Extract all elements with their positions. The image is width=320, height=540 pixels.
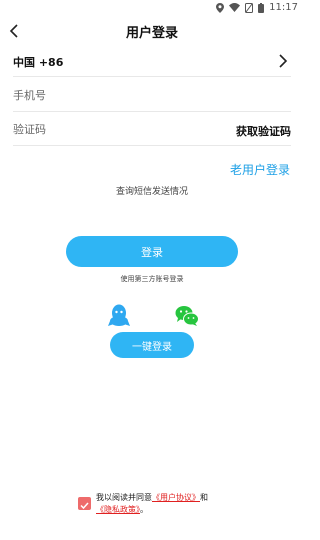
get-code-button[interactable]: 获取验证码 <box>236 123 291 139</box>
checkmark-icon <box>80 502 89 510</box>
phone-input[interactable] <box>13 89 213 102</box>
location-icon <box>216 2 225 13</box>
third-party-login-label: 使用第三方账号登录 <box>120 275 184 283</box>
qq-icon[interactable] <box>108 304 130 328</box>
status-bar: 11:17 <box>0 0 304 18</box>
user-agreement-link[interactable]: 《用户协议》 <box>152 493 200 502</box>
verification-code-input[interactable] <box>13 123 163 136</box>
country-selector[interactable]: 中国 +86 <box>13 48 291 77</box>
back-arrow-icon <box>9 24 18 38</box>
wechat-icon[interactable] <box>175 305 199 327</box>
login-button[interactable]: 登录 <box>66 236 238 267</box>
back-button[interactable] <box>6 22 24 40</box>
wifi-icon <box>229 3 241 12</box>
phone-row <box>13 83 291 112</box>
status-time: 11:17 <box>269 2 298 13</box>
agreement-prefix: 我以阅读并同意 <box>96 493 152 502</box>
one-key-login-button[interactable]: 一键登录 <box>110 332 194 358</box>
status-icons: 11:17 <box>216 2 298 13</box>
agreement-checkbox[interactable] <box>78 497 91 510</box>
agreement-suffix: 。 <box>140 505 148 514</box>
agreement-and: 和 <box>200 493 208 502</box>
agreement-text: 我以阅读并同意《用户协议》和《隐私政策》。 <box>96 492 246 516</box>
no-sim-icon <box>245 2 254 13</box>
privacy-policy-link[interactable]: 《隐私政策》 <box>96 505 140 514</box>
page-title: 用户登录 <box>125 26 178 41</box>
code-row: 获取验证码 <box>13 117 291 146</box>
old-user-login-link[interactable]: 老用户登录 <box>230 161 290 178</box>
chevron-right-icon <box>279 54 288 68</box>
country-code-label: 中国 +86 <box>13 56 64 69</box>
query-sms-status-link[interactable]: 查询短信发送情况 <box>0 184 304 197</box>
battery-icon <box>258 2 265 13</box>
